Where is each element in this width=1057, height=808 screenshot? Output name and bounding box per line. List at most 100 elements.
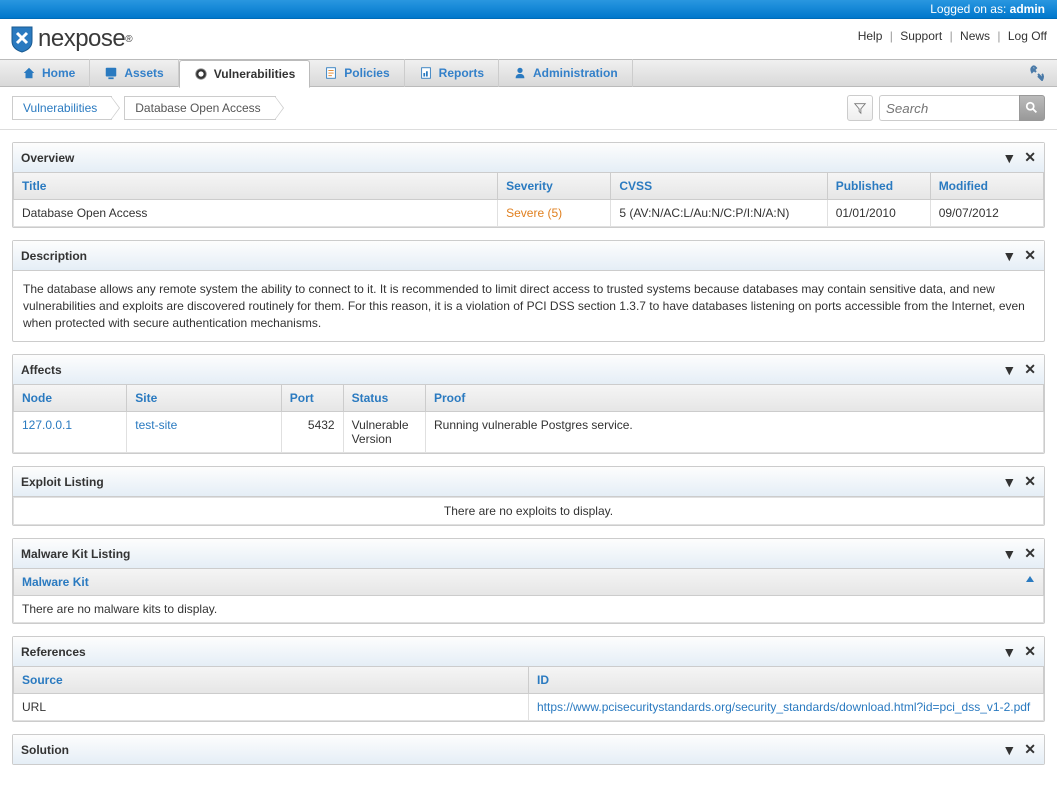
th-malware-kit[interactable]: Malware Kit [14, 569, 1044, 596]
news-link[interactable]: News [960, 29, 990, 43]
link-separator: | [997, 29, 1000, 43]
th-site[interactable]: Site [127, 385, 282, 412]
breadcrumb-root-link[interactable]: Vulnerabilities [23, 101, 97, 115]
th-title[interactable]: Title [14, 173, 498, 200]
nav-vulnerabilities-label: Vulnerabilities [214, 67, 296, 81]
reports-icon [419, 66, 433, 80]
cell-severity: Severe (5) [498, 200, 611, 227]
home-icon [22, 66, 36, 80]
th-cvss[interactable]: CVSS [611, 173, 827, 200]
search-button[interactable] [1019, 95, 1045, 121]
solution-title: Solution [21, 743, 69, 757]
description-panel-head: Description ▼ ✕ [13, 241, 1044, 271]
description-panel: Description ▼ ✕ The database allows any … [12, 240, 1045, 342]
link-separator: | [950, 29, 953, 43]
help-link[interactable]: Help [858, 29, 883, 43]
header-links: Help | Support | News | Log Off [858, 25, 1047, 43]
references-panel-head: References ▼ ✕ [13, 637, 1044, 667]
exploit-empty: There are no exploits to display. [14, 498, 1044, 525]
affects-panel-head: Affects ▼ ✕ [13, 355, 1044, 385]
collapse-icon[interactable]: ▼ [1002, 474, 1016, 490]
malware-panel-head: Malware Kit Listing ▼ ✕ [13, 539, 1044, 569]
search-box [879, 95, 1045, 121]
cell-cvss: 5 (AV:N/AC:L/Au:N/C:P/I:N/A:N) [611, 200, 827, 227]
filter-button[interactable] [847, 95, 873, 121]
close-icon[interactable]: ✕ [1024, 741, 1036, 758]
collapse-icon[interactable]: ▼ [1002, 248, 1016, 264]
logged-on-user: admin [1010, 2, 1045, 16]
logo: nexpose® [10, 25, 132, 53]
top-bar: Logged on as: admin [0, 0, 1057, 19]
header-row: nexpose® Help | Support | News | Log Off [0, 19, 1057, 53]
nav-assets-label: Assets [124, 66, 163, 80]
breadcrumb: Vulnerabilities Database Open Access [12, 96, 288, 120]
th-status[interactable]: Status [343, 385, 425, 412]
references-panel: References ▼ ✕ Source ID URL https://www… [12, 636, 1045, 722]
collapse-icon[interactable]: ▼ [1002, 362, 1016, 378]
cell-published: 01/01/2010 [827, 200, 930, 227]
nav-policies[interactable]: Policies [310, 59, 404, 87]
malware-empty: There are no malware kits to display. [14, 596, 1044, 623]
th-source[interactable]: Source [14, 667, 529, 694]
cell-node[interactable]: 127.0.0.1 [14, 412, 127, 453]
description-title: Description [21, 249, 87, 263]
nav-policies-label: Policies [344, 66, 389, 80]
collapse-icon[interactable]: ▼ [1002, 546, 1016, 562]
exploit-table: There are no exploits to display. [13, 497, 1044, 525]
cell-port: 5432 [281, 412, 343, 453]
nav-administration[interactable]: Administration [499, 59, 633, 87]
nav-home[interactable]: Home [8, 59, 90, 87]
cell-title: Database Open Access [14, 200, 498, 227]
close-icon[interactable]: ✕ [1024, 473, 1036, 490]
search-icon [1025, 101, 1039, 115]
nav-administration-label: Administration [533, 66, 618, 80]
th-port[interactable]: Port [281, 385, 343, 412]
nav-assets[interactable]: Assets [90, 59, 178, 87]
search-input[interactable] [879, 95, 1019, 121]
logo-reg: ® [125, 34, 132, 45]
references-table: Source ID URL https://www.pcisecuritysta… [13, 667, 1044, 721]
exploit-title: Exploit Listing [21, 475, 104, 489]
malware-table: Malware Kit There are no malware kits to… [13, 569, 1044, 623]
cell-site[interactable]: test-site [127, 412, 282, 453]
collapse-icon[interactable]: ▼ [1002, 742, 1016, 758]
th-severity[interactable]: Severity [498, 173, 611, 200]
cell-status: Vulnerable Version [343, 412, 425, 453]
close-icon[interactable]: ✕ [1024, 149, 1036, 166]
support-link[interactable]: Support [900, 29, 942, 43]
content: Overview ▼ ✕ Title Severity CVSS Publish… [0, 142, 1057, 777]
search-wrap [847, 95, 1045, 121]
th-published[interactable]: Published [827, 173, 930, 200]
close-icon[interactable]: ✕ [1024, 361, 1036, 378]
collapse-icon[interactable]: ▼ [1002, 644, 1016, 660]
close-icon[interactable]: ✕ [1024, 545, 1036, 562]
policies-icon [324, 66, 338, 80]
nav-reports[interactable]: Reports [405, 59, 499, 87]
logo-text: nexpose [38, 25, 125, 53]
close-icon[interactable]: ✕ [1024, 643, 1036, 660]
logoff-link[interactable]: Log Off [1008, 29, 1047, 43]
exploit-panel: Exploit Listing ▼ ✕ There are no exploit… [12, 466, 1045, 526]
table-row: 127.0.0.1 test-site 5432 Vulnerable Vers… [14, 412, 1044, 453]
malware-panel: Malware Kit Listing ▼ ✕ Malware Kit Ther… [12, 538, 1045, 624]
vulnerabilities-icon [194, 67, 208, 81]
nav-vulnerabilities[interactable]: Vulnerabilities [179, 60, 311, 88]
collapse-icon[interactable]: ▼ [1002, 150, 1016, 166]
logo-shield-icon [10, 25, 34, 53]
th-modified[interactable]: Modified [930, 173, 1043, 200]
th-id[interactable]: ID [529, 667, 1044, 694]
close-icon[interactable]: ✕ [1024, 247, 1036, 264]
table-row: There are no malware kits to display. [14, 596, 1044, 623]
tools-icon[interactable] [1029, 65, 1045, 81]
th-proof[interactable]: Proof [425, 385, 1043, 412]
logged-on-label: Logged on as: [930, 2, 1009, 16]
th-node[interactable]: Node [14, 385, 127, 412]
overview-panel-head: Overview ▼ ✕ [13, 143, 1044, 173]
affects-panel: Affects ▼ ✕ Node Site Port Status Proof … [12, 354, 1045, 454]
cell-id[interactable]: https://www.pcisecuritystandards.org/sec… [529, 694, 1044, 721]
nav-reports-label: Reports [439, 66, 484, 80]
table-row: Database Open Access Severe (5) 5 (AV:N/… [14, 200, 1044, 227]
cell-modified: 09/07/2012 [930, 200, 1043, 227]
breadcrumb-root[interactable]: Vulnerabilities [12, 96, 112, 120]
sub-bar: Vulnerabilities Database Open Access [0, 87, 1057, 130]
